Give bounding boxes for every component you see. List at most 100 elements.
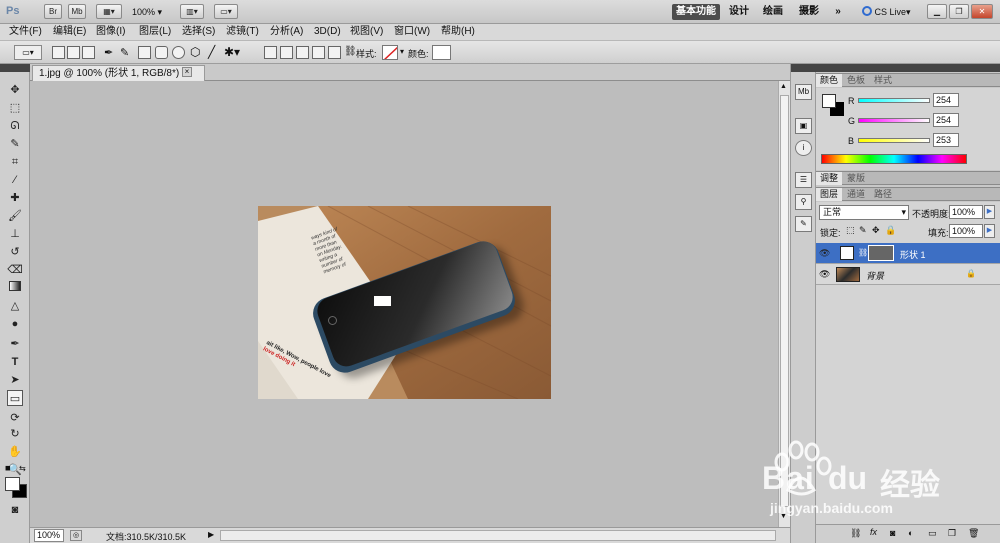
ellipse-icon[interactable] bbox=[172, 46, 185, 59]
tab-styles[interactable]: 样式 bbox=[870, 74, 896, 87]
tab-paths[interactable]: 路径 bbox=[870, 188, 896, 201]
r-value-field[interactable]: 254 bbox=[933, 93, 959, 107]
rectangle-shape-icon[interactable] bbox=[138, 46, 151, 59]
scroll-up-icon[interactable]: ▲ bbox=[780, 83, 787, 90]
blend-mode-select[interactable]: 正常 ▾ bbox=[819, 205, 909, 220]
paths-icon[interactable] bbox=[67, 46, 80, 59]
more-workspaces-button[interactable]: » bbox=[832, 4, 844, 20]
document-tab[interactable]: 1.jpg @ 100% (形状 1, RGB/8*) * bbox=[32, 65, 205, 81]
gradient-tool-icon[interactable] bbox=[7, 280, 23, 296]
intersect-mode-icon[interactable] bbox=[312, 46, 325, 59]
fill-pixels-icon[interactable] bbox=[82, 46, 95, 59]
lasso-tool-icon[interactable]: ᘏ bbox=[7, 118, 23, 134]
tool-preset-picker[interactable]: ▭▾ bbox=[14, 45, 42, 60]
default-colors-icon[interactable]: ◼ bbox=[5, 464, 11, 472]
lock-transparency-icon[interactable]: ⬚ bbox=[846, 225, 855, 236]
link-icon[interactable]: ⛓ bbox=[344, 46, 357, 57]
mini-bridge-icon[interactable]: Mb bbox=[795, 84, 812, 100]
cs-live-button[interactable]: CS Live▾ bbox=[862, 5, 911, 20]
foreground-color-swatch[interactable] bbox=[5, 477, 20, 491]
tab-channels[interactable]: 通道 bbox=[843, 188, 869, 201]
menu-analysis[interactable]: 分析(A) bbox=[270, 25, 303, 39]
blur-tool-icon[interactable]: △ bbox=[7, 298, 23, 314]
fill-slider-toggle[interactable]: ▶ bbox=[984, 224, 995, 238]
view-extras-button[interactable]: ▦▾ bbox=[96, 4, 122, 19]
panel-fg-color-swatch[interactable] bbox=[822, 94, 836, 108]
adjustments-icon[interactable]: ☰ bbox=[795, 172, 812, 188]
screen-mode-button[interactable]: ▭▾ bbox=[214, 4, 238, 19]
menu-image[interactable]: 图像(I) bbox=[96, 25, 125, 39]
menu-edit[interactable]: 编辑(E) bbox=[53, 25, 86, 39]
layer-row-shape[interactable]: 👁 ⛓ 形状 1 bbox=[816, 243, 1000, 264]
exclude-mode-icon[interactable] bbox=[328, 46, 341, 59]
eraser-tool-icon[interactable]: ⌫ bbox=[7, 262, 23, 278]
clone-stamp-tool-icon[interactable]: ⊥ bbox=[7, 226, 23, 242]
tab-masks[interactable]: 蒙版 bbox=[843, 172, 869, 185]
brush-tool-icon[interactable]: 🖌 bbox=[7, 208, 23, 224]
navigator-icon[interactable]: ▣ bbox=[795, 118, 812, 134]
menu-select[interactable]: 选择(S) bbox=[182, 25, 215, 39]
g-value-field[interactable]: 254 bbox=[933, 113, 959, 127]
layer-row-background[interactable]: 👁 背景 🔒 bbox=[816, 264, 1000, 285]
new-layer-mode-icon[interactable] bbox=[264, 46, 277, 59]
bridge-button[interactable]: Br bbox=[44, 4, 62, 19]
restore-button[interactable]: ❐ bbox=[949, 4, 969, 19]
healing-brush-tool-icon[interactable]: ✚ bbox=[7, 190, 23, 206]
opacity-slider-toggle[interactable]: ▶ bbox=[984, 205, 995, 219]
dock-handle[interactable] bbox=[791, 64, 817, 72]
pen-tool-icon[interactable]: ✒ bbox=[7, 336, 23, 352]
tab-layers[interactable]: 图层 bbox=[816, 188, 843, 201]
status-menu-icon[interactable]: ▶ bbox=[208, 530, 214, 539]
swap-colors-icon[interactable]: ⇆ bbox=[19, 464, 26, 473]
path-selection-tool-icon[interactable]: ➤ bbox=[7, 372, 23, 388]
menu-help[interactable]: 帮助(H) bbox=[441, 25, 475, 39]
add-mode-icon[interactable] bbox=[280, 46, 293, 59]
menu-file[interactable]: 文件(F) bbox=[9, 25, 42, 39]
hand-tool-icon[interactable]: ✋ bbox=[7, 444, 23, 460]
visibility-eye-icon[interactable]: 👁 bbox=[819, 269, 830, 280]
g-slider[interactable] bbox=[858, 118, 930, 123]
eyedropper-tool-icon[interactable]: ⁄ bbox=[7, 172, 23, 188]
tab-swatches[interactable]: 色板 bbox=[843, 74, 869, 87]
polygon-icon[interactable]: ⬡ bbox=[190, 45, 200, 59]
canvas-image[interactable]: ways kind of a month of more than on Mon… bbox=[258, 206, 551, 399]
crop-tool-icon[interactable]: ⌗ bbox=[7, 154, 23, 170]
color-swatch[interactable] bbox=[432, 45, 451, 60]
info-icon[interactable]: i bbox=[795, 140, 812, 156]
color-spectrum-bar[interactable] bbox=[821, 154, 967, 164]
custom-shape-icon[interactable]: ✱▾ bbox=[224, 45, 240, 59]
menu-3d[interactable]: 3D(D) bbox=[314, 25, 341, 39]
pen-tool-icon[interactable]: ✒ bbox=[104, 46, 113, 59]
status-info-icon[interactable]: ◎ bbox=[70, 530, 82, 541]
shape-layers-icon[interactable] bbox=[52, 46, 65, 59]
marquee-tool-icon[interactable]: ⬚ bbox=[7, 100, 23, 116]
workspace-essentials[interactable]: 基本功能 bbox=[672, 4, 720, 20]
opacity-field[interactable]: 100% bbox=[949, 205, 983, 219]
move-tool-icon[interactable]: ✥ bbox=[7, 82, 23, 98]
menu-view[interactable]: 视图(V) bbox=[350, 25, 383, 39]
3d-rotate-tool-icon[interactable]: ⟳ bbox=[7, 410, 23, 426]
close-tab-icon[interactable]: × bbox=[182, 67, 192, 77]
shape-layer-rectangle[interactable] bbox=[374, 296, 391, 306]
lock-pixels-icon[interactable]: ✎ bbox=[859, 225, 867, 236]
dodge-tool-icon[interactable]: ● bbox=[7, 316, 23, 332]
zoom-level-select[interactable]: 100% ▾ bbox=[132, 5, 162, 19]
style-dropdown-icon[interactable]: ▾ bbox=[400, 47, 404, 56]
subtract-mode-icon[interactable] bbox=[296, 46, 309, 59]
3d-orbit-tool-icon[interactable]: ↻ bbox=[7, 426, 23, 442]
history-brush-tool-icon[interactable]: ↺ bbox=[7, 244, 23, 260]
lock-position-icon[interactable]: ✥ bbox=[872, 225, 880, 236]
quick-select-tool-icon[interactable]: ✎ bbox=[7, 136, 23, 152]
r-slider[interactable] bbox=[858, 98, 930, 103]
b-value-field[interactable]: 253 bbox=[933, 133, 959, 147]
rectangle-tool-icon[interactable]: ▭ bbox=[7, 390, 23, 406]
panels-handle[interactable] bbox=[816, 64, 1000, 72]
arrange-documents-button[interactable]: ▥▾ bbox=[180, 4, 204, 19]
visibility-eye-icon[interactable]: 👁 bbox=[819, 248, 830, 259]
zoom-status-field[interactable]: 100% bbox=[34, 529, 64, 542]
quick-mask-icon[interactable]: ◙ bbox=[7, 502, 23, 518]
workspace-painting[interactable]: 绘画 bbox=[760, 4, 786, 20]
menu-window[interactable]: 窗口(W) bbox=[394, 25, 430, 39]
menu-filter[interactable]: 滤镜(T) bbox=[226, 25, 259, 39]
clone-source-icon[interactable]: ⚲ bbox=[795, 194, 812, 210]
